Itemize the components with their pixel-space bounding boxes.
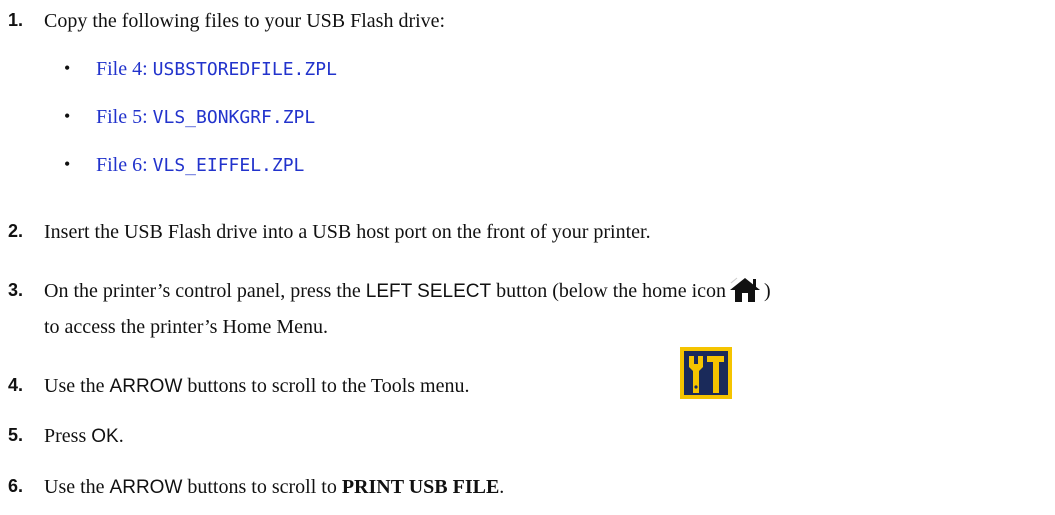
- bullet: •: [64, 154, 71, 174]
- file-link[interactable]: File 5: VLS_BONKGRF.ZPL: [96, 106, 315, 129]
- tools-icon: [680, 347, 732, 405]
- button-name: ARROW: [109, 376, 183, 397]
- file-name: VLS_EIFFEL.ZPL: [152, 155, 305, 176]
- file-link[interactable]: File 4: USBSTOREDFILE.ZPL: [96, 58, 337, 81]
- step-number: 1.: [8, 10, 24, 30]
- file-name: VLS_BONKGRF.ZPL: [152, 107, 316, 128]
- home-icon: [728, 277, 762, 312]
- step-number: 6.: [8, 476, 24, 496]
- button-name: LEFT SELECT: [365, 281, 492, 302]
- step-text: Insert the USB Flash drive into a USB ho…: [44, 221, 651, 243]
- step-number: 3.: [8, 280, 24, 300]
- button-name: ARROW: [109, 477, 183, 498]
- step-number: 2.: [8, 221, 24, 241]
- step-text: Copy the following files to your USB Fla…: [44, 10, 446, 32]
- file-name: USBSTOREDFILE.ZPL: [152, 59, 337, 80]
- file-link[interactable]: File 6: VLS_EIFFEL.ZPL: [96, 154, 304, 177]
- step-text: Use the ARROW buttons to scroll to the T…: [44, 375, 470, 397]
- step-text: On the printer’s control panel, press th…: [44, 276, 1055, 342]
- bullet: •: [64, 106, 71, 126]
- bullet: •: [64, 58, 71, 78]
- menu-item-name: PRINT USB FILE: [341, 476, 500, 498]
- button-name: OK: [91, 426, 119, 447]
- step-text: Press OK.: [44, 425, 124, 447]
- step-number: 5.: [8, 425, 24, 445]
- step-number: 4.: [8, 375, 24, 395]
- step-text: Use the ARROW buttons to scroll to PRINT…: [44, 476, 505, 498]
